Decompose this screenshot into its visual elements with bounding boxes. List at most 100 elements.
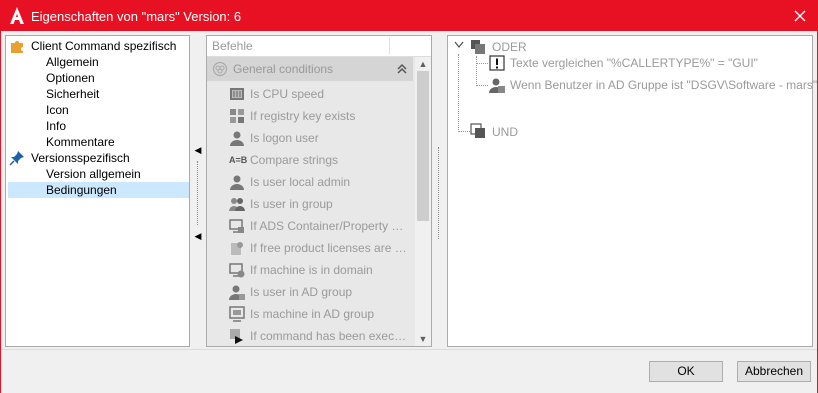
tree-connector [458, 54, 459, 132]
ads-container-icon [229, 219, 244, 233]
command-label: If machine is in domain [250, 263, 373, 277]
command-user-in-group[interactable]: Is user in group [207, 193, 413, 215]
and-node-icon [470, 123, 485, 138]
condition-compare-text[interactable]: Texte vergleichen "%CALLERTYPE%" = "GUI" [510, 54, 758, 72]
user-ad-group-icon [229, 285, 245, 300]
cpu-chip-icon [230, 88, 244, 100]
puzzle-icon [11, 41, 23, 53]
window-title: Eigenschaften von "mars" Version: 6 [31, 9, 242, 24]
tree-item-version-allgemein[interactable]: Version allgemein [46, 166, 141, 182]
collapse-group-icon[interactable] [396, 63, 408, 75]
title-bar: Eigenschaften von "mars" Version: 6 [1, 1, 817, 31]
tree-item-label: Version allgemein [46, 167, 141, 181]
splitter-grip [197, 161, 200, 225]
tree-item-label: Optionen [46, 71, 95, 85]
tree-item-label: Icon [46, 103, 69, 117]
ok-button[interactable]: OK [649, 361, 723, 382]
command-label: Is machine in AD group [250, 307, 375, 321]
tree-item-info[interactable]: Info [46, 118, 66, 134]
command-label: Is user local admin [250, 175, 351, 189]
tree-item-icon[interactable]: Icon [46, 102, 69, 118]
scrollbar-thumb[interactable] [417, 71, 429, 221]
command-label: If free product licenses are av... [250, 241, 412, 255]
or-node-icon [471, 40, 485, 54]
command-is-logon-user[interactable]: Is logon user [207, 127, 413, 149]
tree-item-label: Info [46, 119, 67, 133]
conditions-group-icon [212, 61, 228, 77]
command-label: If ADS Container/Property mat... [250, 219, 412, 233]
command-ads-container[interactable]: If ADS Container/Property mat... [207, 215, 413, 237]
command-machine-in-ad-group[interactable]: Is machine in AD group [207, 303, 413, 325]
close-button[interactable] [783, 1, 817, 31]
commands-scrollbar[interactable]: ▲ ▼ [415, 57, 431, 346]
splitter-right[interactable] [435, 143, 443, 243]
warning-exclamation-icon [489, 55, 505, 71]
tree-item-client-command[interactable]: Client Command spezifisch [8, 38, 188, 54]
splitter-grip [438, 147, 441, 239]
and-node-label[interactable]: UND [492, 123, 518, 141]
command-registry-key[interactable]: If registry key exists [207, 105, 413, 127]
command-user-in-ad-group[interactable]: Is user in AD group [207, 281, 413, 303]
command-user-local-admin[interactable]: Is user local admin [207, 171, 413, 193]
properties-dialog: Eigenschaften von "mars" Version: 6 Clie… [0, 0, 818, 393]
machine-domain-icon [229, 263, 245, 278]
command-is-cpu-speed[interactable]: Is CPU speed [207, 83, 413, 105]
tree-item-label: Bedingungen [46, 183, 117, 197]
tree-item-versionsspezifisch[interactable]: Versionsspezifisch [8, 150, 188, 166]
registry-icon [230, 109, 244, 123]
tree-item-optionen[interactable]: Optionen [46, 70, 95, 86]
tree-item-label: Kommentare [46, 135, 115, 149]
compare-strings-icon: A=B [229, 155, 248, 165]
command-machine-in-domain[interactable]: If machine is in domain [207, 259, 413, 281]
splitter-left[interactable]: ◀ ◀ [194, 143, 202, 243]
command-executed-icon [230, 329, 243, 344]
header-separator [389, 38, 390, 54]
command-label: If registry key exists [250, 109, 356, 123]
scroll-down-icon[interactable]: ▼ [415, 332, 431, 346]
tree-item-bedingungen[interactable]: Bedingungen [8, 182, 189, 198]
scroll-up-icon[interactable]: ▲ [415, 57, 431, 71]
command-label: Is logon user [250, 131, 319, 145]
tree-item-kommentare[interactable]: Kommentare [46, 134, 115, 150]
collapse-left-icon[interactable]: ◀ [194, 143, 202, 157]
user-admin-icon [230, 175, 244, 190]
dialog-footer: OK Abbrechen [1, 349, 817, 393]
tree-item-allgemein[interactable]: Allgemein [46, 54, 99, 70]
tree-connector [476, 63, 488, 64]
tree-item-sicherheit[interactable]: Sicherheit [46, 86, 99, 102]
command-executed[interactable]: If command has been executed [207, 325, 413, 346]
command-label: Is user in AD group [250, 285, 353, 299]
tree-item-label: Sicherheit [46, 87, 100, 101]
collapse-left-icon[interactable]: ◀ [194, 229, 202, 243]
license-icon [231, 242, 243, 255]
tree-connector [476, 85, 488, 86]
tree-item-label: Versionsspezifisch [31, 151, 130, 165]
command-free-licenses[interactable]: If free product licenses are av... [207, 237, 413, 259]
command-compare-strings[interactable]: A=B Compare strings [207, 149, 413, 171]
tree-item-label: Client Command spezifisch [31, 39, 177, 53]
command-label: Is user in group [250, 197, 333, 211]
tree-item-label: Allgemein [46, 55, 99, 69]
cancel-button[interactable]: Abbrechen [737, 361, 811, 382]
command-label: If command has been executed [250, 329, 412, 343]
tree-connector [476, 56, 477, 86]
commands-panel: Befehle General conditions Is CPU speed [206, 35, 432, 347]
command-label: Is CPU speed [250, 87, 325, 101]
conditions-tree[interactable]: ODER Texte vergleichen "%CALLERTYPE%" = … [447, 35, 817, 347]
commands-search[interactable]: Befehle [207, 36, 431, 57]
expand-chevron-icon[interactable] [454, 41, 464, 49]
commands-search-placeholder: Befehle [212, 39, 253, 53]
machine-ad-group-icon [229, 306, 245, 322]
command-label: Compare strings [250, 153, 339, 167]
group-general-conditions[interactable]: General conditions [207, 57, 413, 81]
pin-icon [9, 151, 24, 166]
dialog-content: Client Command spezifisch Allgemein Opti… [1, 31, 817, 349]
user-group-icon [229, 198, 245, 211]
condition-user-ad-group[interactable]: Wenn Benutzer in AD Gruppe ist "DSGV\Sof… [510, 76, 817, 94]
autodesk-a-icon [10, 7, 24, 24]
user-ad-group-icon [489, 78, 505, 93]
close-icon [794, 10, 806, 22]
category-tree[interactable]: Client Command spezifisch Allgemein Opti… [5, 35, 190, 347]
user-icon [230, 131, 244, 146]
tree-connector [458, 131, 470, 132]
